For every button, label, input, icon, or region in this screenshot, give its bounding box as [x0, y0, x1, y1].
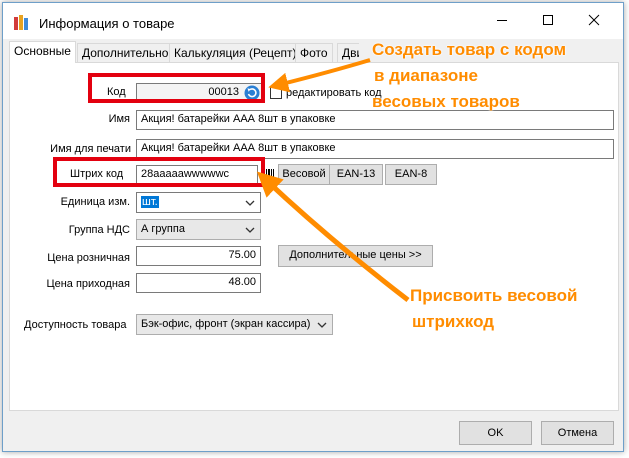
product-info-window: Информация о товаре Основные Дополнитель…	[2, 2, 624, 452]
print-name-label: Имя для печати	[50, 143, 131, 155]
name-input[interactable]: Акция! батарейки ААА 8шт в упаковке	[136, 110, 614, 130]
tab-additional[interactable]: Дополнительно	[77, 43, 174, 63]
print-name-input[interactable]: Акция! батарейки ААА 8шт в упаковке	[136, 139, 614, 159]
ean13-button[interactable]: EAN-13	[329, 164, 383, 185]
annotation-create-code-line3: весовых товаров	[372, 92, 520, 111]
vat-group-label: Группа НДС	[68, 224, 130, 236]
retail-price-label: Цена розничная	[47, 252, 130, 264]
annotation-assign-barcode-line2: штрихкод	[412, 312, 495, 331]
tab-calculation[interactable]: Калькуляция (Рецепт)	[169, 43, 302, 63]
vat-group-select-value: А группа	[141, 223, 185, 235]
unit-label: Единица изм.	[60, 196, 130, 208]
code-highlight-frame	[88, 73, 265, 103]
cancel-button[interactable]: Отмена	[541, 421, 614, 445]
edit-code-checkbox[interactable]	[270, 87, 282, 99]
annotation-create-code-line2: в диапазоне	[374, 66, 478, 85]
close-button[interactable]	[571, 3, 617, 35]
ok-button[interactable]: OK	[459, 421, 532, 445]
dialog-button-bar: OK Отмена	[3, 417, 623, 451]
unit-select-value: шт.	[141, 196, 159, 208]
tab-photo[interactable]: Фото	[295, 43, 333, 63]
availability-select-value: Бэк-офис, фронт (экран кассира)	[141, 318, 311, 330]
weight-barcode-button[interactable]: Весовой	[278, 164, 330, 185]
annotation-create-code-line1: Создать товар с кодом	[372, 40, 567, 59]
chevron-down-icon	[245, 200, 255, 206]
tab-main[interactable]: Основные	[9, 41, 76, 63]
vat-group-select[interactable]: А группа	[136, 219, 261, 240]
tab-strip: Основные Дополнительно Калькуляция (Реце…	[9, 41, 359, 63]
availability-label: Доступность товара	[24, 319, 127, 331]
purchase-price-input[interactable]: 48.00	[136, 273, 261, 293]
retail-price-input[interactable]: 75.00	[136, 246, 261, 266]
chevron-down-icon	[245, 227, 255, 233]
ean8-button[interactable]: EAN-8	[385, 164, 437, 185]
additional-prices-button[interactable]: Дополнительные цены >>	[278, 245, 433, 267]
annotation-assign-barcode-line1: Присвоить весовой	[410, 286, 578, 305]
minimize-button[interactable]	[479, 3, 525, 35]
availability-select[interactable]: Бэк-офис, фронт (экран кассира)	[136, 314, 333, 335]
main-tab-panel: Код 00013 редактировать код Имя Акция! б…	[9, 62, 619, 411]
maximize-button[interactable]	[525, 3, 571, 35]
purchase-price-label: Цена приходная	[46, 278, 130, 290]
tab-movement[interactable]: Движе	[337, 43, 359, 63]
chevron-down-icon	[317, 322, 327, 328]
window-title: Информация о товаре	[39, 16, 175, 31]
books-icon	[13, 15, 31, 31]
unit-select[interactable]: шт.	[136, 192, 261, 213]
barcode-highlight-frame	[53, 157, 265, 187]
name-label: Имя	[108, 113, 130, 125]
edit-code-label: редактировать код	[286, 87, 382, 99]
title-bar: Информация о товаре	[3, 3, 623, 39]
